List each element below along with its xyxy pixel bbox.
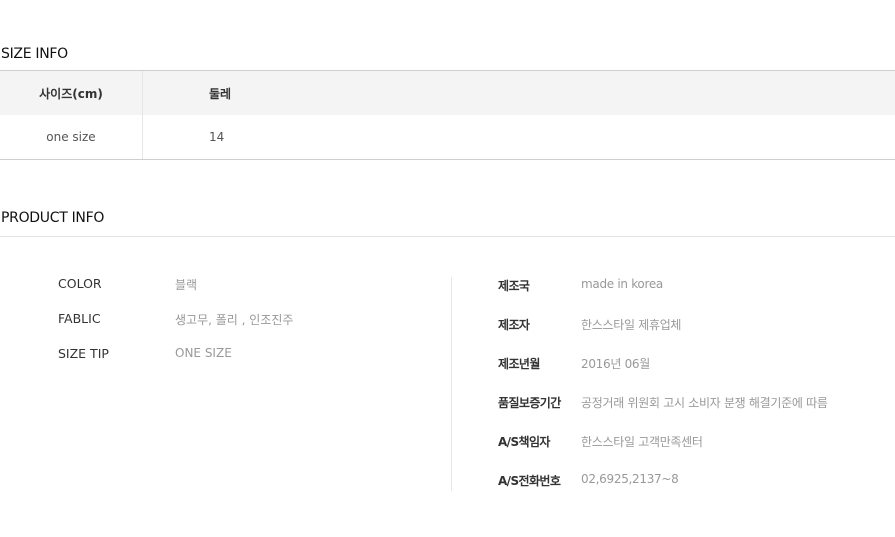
product-notice-list: 제조국 made in korea 제조자 한스스타일 제휴업체 제조년월 20… [498,277,828,511]
size-header-circumference: 둘레 [209,86,232,101]
as-phone-value: 02,6925,2137~8 [581,472,679,486]
fabric-label: FABLIC [58,311,101,326]
size-info-title: SIZE INFO [1,46,68,62]
color-value: 블랙 [175,278,198,292]
size-table-header: 사이즈(cm) 둘레 [0,71,895,115]
table-row: one size 14 [0,115,895,159]
size-cell-circumference: 14 [209,130,225,144]
as-manager-label: A/S책임자 [498,435,550,449]
column-divider [451,277,452,491]
size-header-size: 사이즈(cm) [0,71,143,115]
manufacturer-value: 한스스타일 제휴업체 [581,318,682,332]
list-item: A/S책임자 한스스타일 고객만족센터 [498,433,828,472]
size-tip-value: ONE SIZE [175,346,232,360]
as-manager-value: 한스스타일 고객만족센터 [581,435,703,449]
manufacture-date-label: 제조년월 [498,357,540,371]
color-label: COLOR [58,276,102,291]
list-item: SIZE TIP ONE SIZE [58,346,293,381]
as-phone-label: A/S전화번호 [498,474,561,488]
list-item: FABLIC 생고무, 폴리 , 인조진주 [58,311,293,346]
list-item: 제조년월 2016년 06월 [498,355,828,394]
size-cell-size: one size [0,115,143,159]
list-item: A/S전화번호 02,6925,2137~8 [498,472,828,511]
origin-value: made in korea [581,277,663,291]
list-item: COLOR 블랙 [58,276,293,311]
product-attributes-list: COLOR 블랙 FABLIC 생고무, 폴리 , 인조진주 SIZE TIP … [58,276,293,381]
list-item: 품질보증기간 공정거래 위원회 고시 소비자 분쟁 해결기준에 따름 [498,394,828,433]
size-table: 사이즈(cm) 둘레 one size 14 [0,70,895,160]
manufacture-date-value: 2016년 06월 [581,357,651,371]
section-divider [0,236,895,237]
warranty-value: 공정거래 위원회 고시 소비자 분쟁 해결기준에 따름 [581,396,828,410]
product-info-title: PRODUCT INFO [1,210,105,226]
list-item: 제조자 한스스타일 제휴업체 [498,316,828,355]
warranty-label: 품질보증기간 [498,396,561,410]
size-tip-label: SIZE TIP [58,346,109,361]
manufacturer-label: 제조자 [498,318,530,332]
list-item: 제조국 made in korea [498,277,828,316]
fabric-value: 생고무, 폴리 , 인조진주 [175,313,294,327]
origin-label: 제조국 [498,279,530,293]
